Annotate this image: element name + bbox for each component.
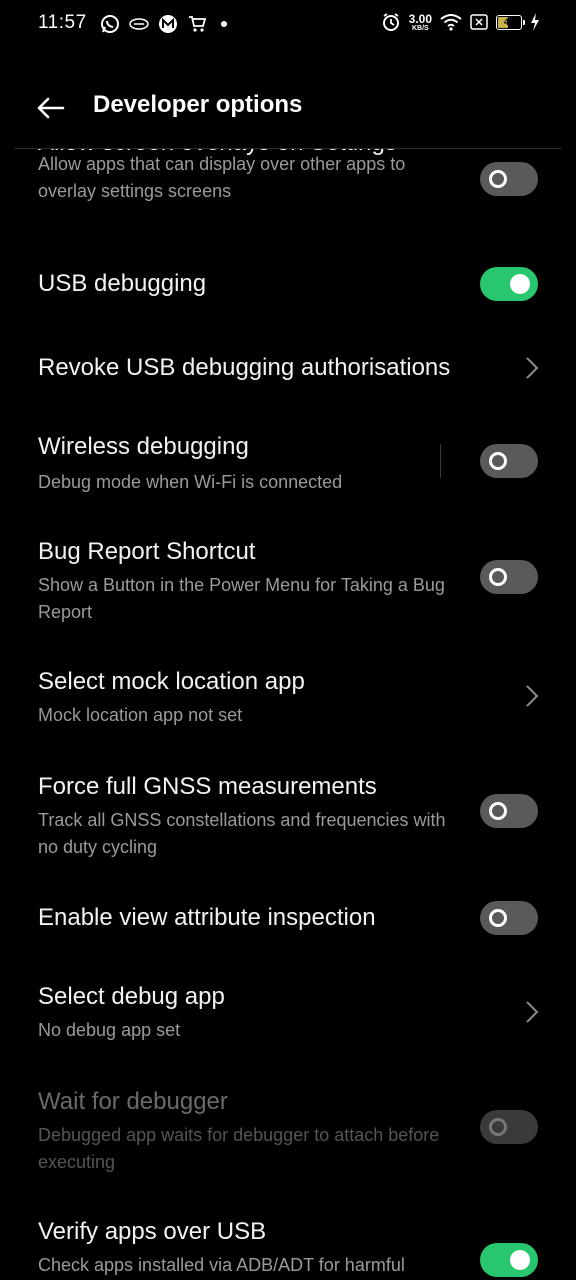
chevron-right-icon [526, 685, 539, 707]
gnss-toggle[interactable] [480, 794, 538, 828]
setting-row-view-attribute[interactable]: Enable view attribute inspection [0, 884, 576, 954]
chevron-right-icon [526, 357, 539, 379]
view-attribute-toggle[interactable] [480, 901, 538, 935]
setting-title: USB debugging [38, 270, 207, 297]
setting-title: Enable view attribute inspection [38, 904, 376, 931]
setting-subtitle: No debug app set [38, 1020, 181, 1040]
toggle-knob [489, 170, 507, 188]
cart-icon [187, 14, 207, 34]
setting-title: Select debug app [38, 983, 225, 1010]
status-system-icons: 3.00 KB/S 47 [381, 12, 540, 32]
setting-title: Wait for debugger [38, 1088, 228, 1115]
status-notification-icons [100, 14, 232, 34]
toggle-knob [489, 452, 507, 470]
setting-row-wireless-debugging[interactable]: Wireless debugging Debug mode when Wi-Fi… [0, 419, 576, 509]
setting-subtitle: Show a Button in the Power Menu for Taki… [38, 575, 445, 622]
sim-icon [470, 14, 488, 30]
setting-row-screen-overlays[interactable]: Allow screen overlays on Settings Allow … [0, 149, 576, 239]
setting-subtitle: Debugged app waits for debugger to attac… [38, 1125, 440, 1172]
vertical-separator [440, 444, 441, 478]
setting-row-gnss[interactable]: Force full GNSS measurements Track all G… [0, 759, 576, 869]
wireless-debugging-toggle[interactable] [480, 444, 538, 478]
toggle-knob [489, 568, 507, 586]
back-arrow-icon [37, 97, 65, 119]
usb-debugging-toggle[interactable] [480, 267, 538, 301]
screen-overlays-toggle[interactable] [480, 162, 538, 196]
setting-subtitle: Mock location app not set [38, 705, 243, 725]
dot-icon [216, 16, 232, 32]
bug-report-shortcut-toggle[interactable] [480, 560, 538, 594]
network-speed: 3.00 KB/S [409, 13, 432, 32]
setting-title: Wireless debugging [38, 433, 249, 460]
app-bar: Developer options [0, 60, 576, 150]
toggle-knob [489, 909, 507, 927]
setting-subtitle: Check apps installed via ADB/ADT for har… [38, 1255, 405, 1275]
network-speed-unit: KB/S [411, 24, 429, 32]
charging-icon [530, 13, 540, 31]
chevron-right-icon [526, 1001, 539, 1023]
settings-list[interactable]: Allow screen overlays on Settings Allow … [0, 149, 576, 1280]
notification-icon [129, 16, 149, 32]
setting-title: Bug Report Shortcut [38, 538, 256, 565]
setting-row-debug-app[interactable]: Select debug app No debug app set [0, 969, 576, 1059]
whatsapp-icon [100, 14, 120, 34]
setting-row-verify-apps-usb[interactable]: Verify apps over USB Check apps installe… [0, 1204, 576, 1280]
battery-level: 47 [503, 17, 514, 27]
page-title: Developer options [93, 91, 303, 118]
status-time: 11:57 [38, 12, 87, 33]
setting-title: Revoke USB debugging authorisations [38, 354, 451, 381]
setting-title: Select mock location app [38, 668, 305, 695]
m-app-icon [158, 14, 178, 34]
wifi-icon [440, 13, 462, 31]
setting-row-mock-location[interactable]: Select mock location app Mock location a… [0, 654, 576, 744]
setting-row-wait-for-debugger: Wait for debugger Debugged app waits for… [0, 1074, 576, 1184]
toggle-knob [510, 1250, 530, 1270]
toggle-knob [489, 1118, 507, 1136]
setting-row-revoke-usb[interactable]: Revoke USB debugging authorisations [0, 329, 576, 409]
toggle-knob [489, 802, 507, 820]
network-speed-value: 3.00 [408, 11, 432, 26]
setting-row-usb-debugging[interactable]: USB debugging [0, 249, 576, 319]
verify-apps-usb-toggle[interactable] [480, 1243, 538, 1277]
setting-title: Force full GNSS measurements [38, 773, 377, 800]
toggle-knob [510, 274, 530, 294]
battery-icon: 47 [496, 14, 525, 30]
status-bar: 11:57 3.00 KB/S 47 [0, 0, 576, 52]
back-button[interactable] [28, 86, 72, 130]
wait-for-debugger-toggle [480, 1110, 538, 1144]
setting-subtitle: Track all GNSS constellations and freque… [38, 810, 446, 857]
alarm-icon [381, 12, 401, 32]
setting-subtitle: Allow apps that can display over other a… [38, 154, 406, 201]
setting-row-bug-report-shortcut[interactable]: Bug Report Shortcut Show a Button in the… [0, 524, 576, 634]
setting-subtitle: Debug mode when Wi-Fi is connected [38, 472, 343, 492]
setting-title: Verify apps over USB [38, 1218, 267, 1245]
